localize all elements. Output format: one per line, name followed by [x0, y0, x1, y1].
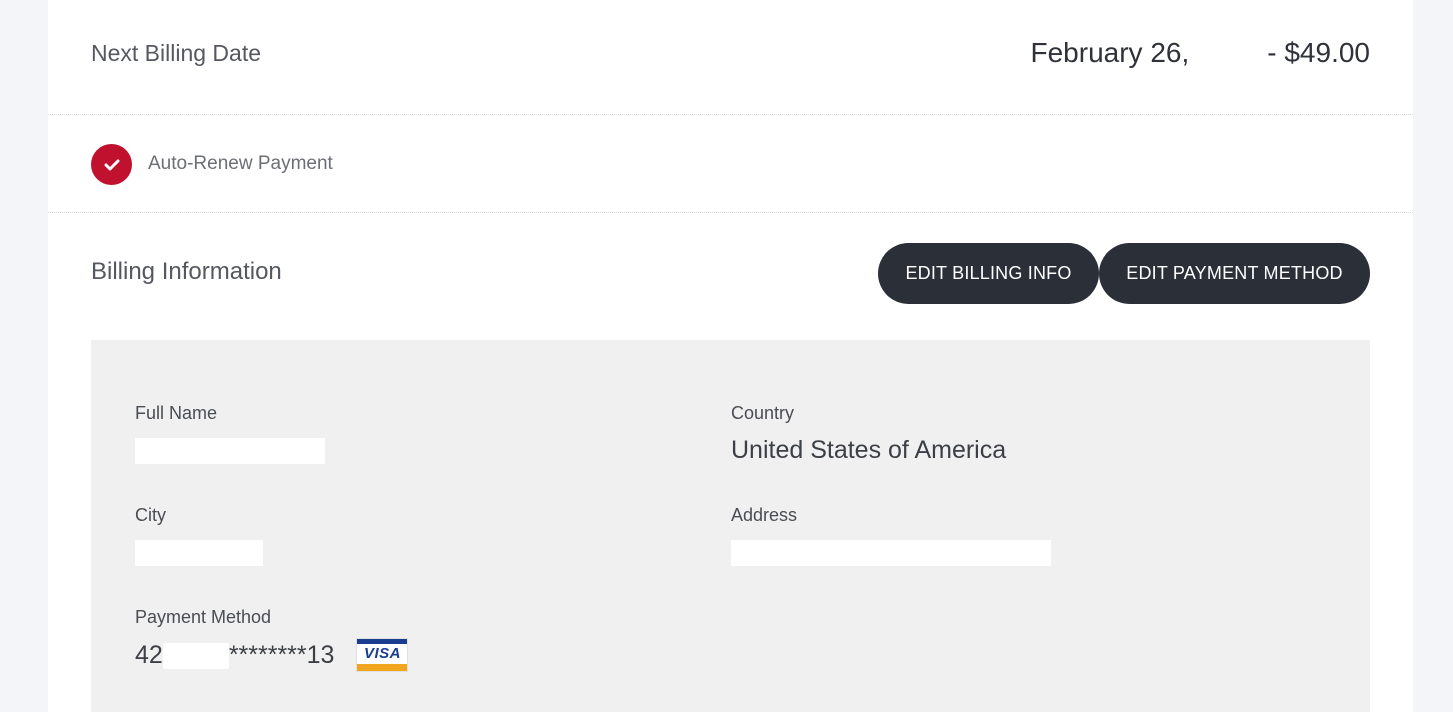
auto-renew-label: Auto-Renew Payment [148, 153, 333, 174]
address-field: Address [731, 505, 1051, 567]
country-field: Country United States of America [731, 403, 1006, 465]
redacted-address [731, 540, 1051, 567]
next-billing-label: Next Billing Date [91, 40, 262, 66]
address-label: Address [731, 505, 798, 525]
billing-info-header: Billing Information EDIT BILLING INFO ED… [48, 213, 1413, 340]
country-label: Country [731, 403, 795, 423]
full-name-value [135, 436, 325, 465]
next-billing-date: February 26, [1030, 37, 1190, 68]
payment-method-row: 42 ********13 VISA [135, 638, 409, 672]
full-name-label: Full Name [135, 403, 218, 423]
country-value: United States of America [731, 436, 1007, 464]
card-brand-label: VISA [363, 644, 401, 662]
billing-info-title: Billing Information [91, 258, 282, 285]
redacted-card-digits [162, 642, 229, 669]
edit-billing-info-button[interactable]: EDIT BILLING INFO [878, 243, 1099, 304]
payment-method-field: Payment Method 42 ********13 VISA [135, 607, 409, 672]
auto-renew-checkbox[interactable] [91, 144, 132, 185]
next-billing-amount: - $49.00 [1267, 37, 1370, 68]
redacted-full-name [135, 438, 325, 465]
address-value [731, 538, 1051, 567]
auto-renew-row: Auto-Renew Payment [48, 115, 1413, 213]
next-billing-row: Next Billing Date February 26, - $49.00 [48, 0, 1413, 115]
city-value [135, 538, 263, 567]
redacted-city [135, 540, 263, 567]
edit-payment-method-button[interactable]: EDIT PAYMENT METHOD [1099, 243, 1370, 304]
payment-method-value: 42 ********13 [135, 640, 335, 669]
full-name-field: Full Name [135, 403, 325, 465]
billing-card: Next Billing Date February 26, - $49.00 A… [48, 0, 1413, 712]
billing-info-panel: Full Name Country United States of Ameri… [91, 340, 1370, 712]
city-label: City [135, 505, 166, 525]
city-field: City [135, 505, 263, 567]
next-billing-value: February 26, - $49.00 [1031, 37, 1371, 69]
visa-card-icon: VISA [356, 638, 409, 672]
check-icon [104, 159, 119, 170]
payment-method-label: Payment Method [135, 607, 272, 627]
